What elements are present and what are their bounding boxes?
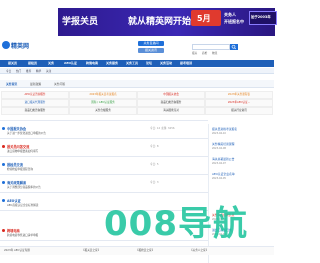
nav-item-4[interactable]: AEO认证 <box>64 61 77 65</box>
footer-link[interactable]: 【报关员之家】 <box>82 248 100 252</box>
subnav-item-2[interactable]: 热门 <box>16 69 21 73</box>
sidebar-date: 2023-04-08 <box>212 147 226 150</box>
logo-icon[interactable] <box>2 41 10 49</box>
bullet-icon <box>2 199 5 202</box>
news-button[interactable]: 报关资讯 <box>138 48 164 53</box>
footer-link[interactable]: 【关务人之家】 <box>190 248 208 252</box>
ad-link[interactable]: 报关行业资讯 <box>205 107 273 115</box>
sidebar-link[interactable]: AEO认证企业名单 <box>212 172 235 176</box>
sidebar-link[interactable]: 海关总署最新公告 <box>212 157 234 161</box>
sidebar-date: 2023-04-07 <box>212 162 226 165</box>
sidebar-link[interactable]: 报关员资格考试报名 <box>212 127 237 131</box>
nav-item-8[interactable]: 论坛 <box>146 61 152 65</box>
footer-link[interactable]: 【报检员之家】 <box>136 248 154 252</box>
divider <box>0 156 208 157</box>
tab-news[interactable]: 关务资讯 <box>6 82 17 86</box>
promo-line-2: 开班报名中 <box>224 19 244 24</box>
banner-cta-label: 始于2003年 <box>251 15 271 19</box>
nav-item-9[interactable]: 关务活动 <box>160 61 172 65</box>
ad-link[interactable]: 关务合规服务 <box>69 107 137 115</box>
ad-link[interactable]: 2023年报关员考试报名 <box>69 91 137 99</box>
search-icon <box>231 44 237 50</box>
subnav-item-1[interactable]: 今日 <box>6 69 11 73</box>
sidebar-date: 2023-04-05 <box>212 177 226 180</box>
header-link-2[interactable]: 商检 <box>202 51 207 55</box>
section-post[interactable]: 进口货物申报要素如何填写 <box>7 149 38 153</box>
section-post[interactable]: 关于进一步优化进出口申报的公告 <box>7 131 46 135</box>
bullet-icon <box>2 145 5 148</box>
ad-link[interactable]: 海关稽查应对 <box>137 107 205 115</box>
ad-link[interactable]: 国际 / AEO认证服务 <box>69 99 137 107</box>
sidebar-date: 2023-04-10 <box>212 132 226 135</box>
nav-item-7[interactable]: 关务工具 <box>126 61 138 65</box>
subnav-item-4[interactable]: 精华 <box>36 69 41 73</box>
bullet-icon <box>2 163 5 166</box>
ad-link[interactable]: 商品归类咨询服务 <box>1 107 69 115</box>
search-button[interactable] <box>230 44 238 50</box>
bullet-icon <box>2 229 5 232</box>
watermark-logo: 008导航 <box>104 204 248 244</box>
tab-qa[interactable]: 关务问答 <box>54 82 65 86</box>
footer-link[interactable]: 2023年 AEO认证专题 <box>4 248 30 252</box>
bullet-icon <box>2 181 5 184</box>
nav-item-3[interactable]: 关务 <box>48 61 54 65</box>
section-meta: 今日: 5 <box>150 163 159 166</box>
header-link-1[interactable]: 报关 <box>192 51 197 55</box>
promo-badge: 5月 <box>197 14 211 23</box>
banner-subhead: 就从精英网开始 <box>128 17 192 27</box>
section-meta: 今日: 3 <box>150 181 159 184</box>
ad-link[interactable]: 进口报关代理服务 <box>1 99 69 107</box>
section-post[interactable]: AEO高级认证企业标准解读 <box>7 203 38 207</box>
promo-line-1: 关务人 <box>224 12 236 17</box>
nav-item-5[interactable]: 跨境电商 <box>86 61 98 65</box>
bullet-icon <box>2 127 5 130</box>
divider <box>0 138 208 139</box>
site-logo[interactable]: 精英网 <box>11 41 29 50</box>
ad-link[interactable]: 2023年关务课程表 <box>205 91 273 99</box>
nav-item-6[interactable]: 关务服务 <box>106 61 118 65</box>
subnav-item-3[interactable]: 推荐 <box>26 69 31 73</box>
section-post[interactable]: 跨境电商零售进口清单申报 <box>7 233 38 237</box>
header-link-3[interactable]: 物流 <box>212 51 217 55</box>
nav-item-2[interactable]: 报检员 <box>28 61 37 65</box>
banner-headline: 学报关员 <box>62 17 99 27</box>
search-input[interactable] <box>192 44 230 50</box>
section-meta: 今日: 8 <box>150 145 159 148</box>
tab-policy[interactable]: 最新政策 <box>30 82 41 86</box>
section-post[interactable]: 关于调整部分商品税率的公告 <box>7 185 41 189</box>
nav-item-10[interactable]: 报考培训 <box>180 61 192 65</box>
ad-link[interactable]: 2023年AEO认证... <box>205 99 273 107</box>
divider <box>0 120 208 121</box>
section-meta: 今日: 12 主题: 3456 <box>150 127 175 130</box>
live-button[interactable]: 关务直播间 <box>138 41 164 46</box>
ad-link[interactable]: AEO认证咨询服务 <box>1 91 69 99</box>
nav-item-1[interactable]: 报关员 <box>8 61 17 65</box>
subnav-item-5[interactable]: 关注 <box>46 69 51 73</box>
sidebar-link[interactable]: 关务精英培训课程 <box>212 142 234 146</box>
divider <box>0 192 208 193</box>
ad-link[interactable]: 商品归类咨询服务 <box>137 99 205 107</box>
section-post[interactable]: 检验检疫申报流程咨询 <box>7 167 33 171</box>
divider <box>0 174 208 175</box>
ad-link[interactable]: 中国报关协会 <box>137 91 205 99</box>
